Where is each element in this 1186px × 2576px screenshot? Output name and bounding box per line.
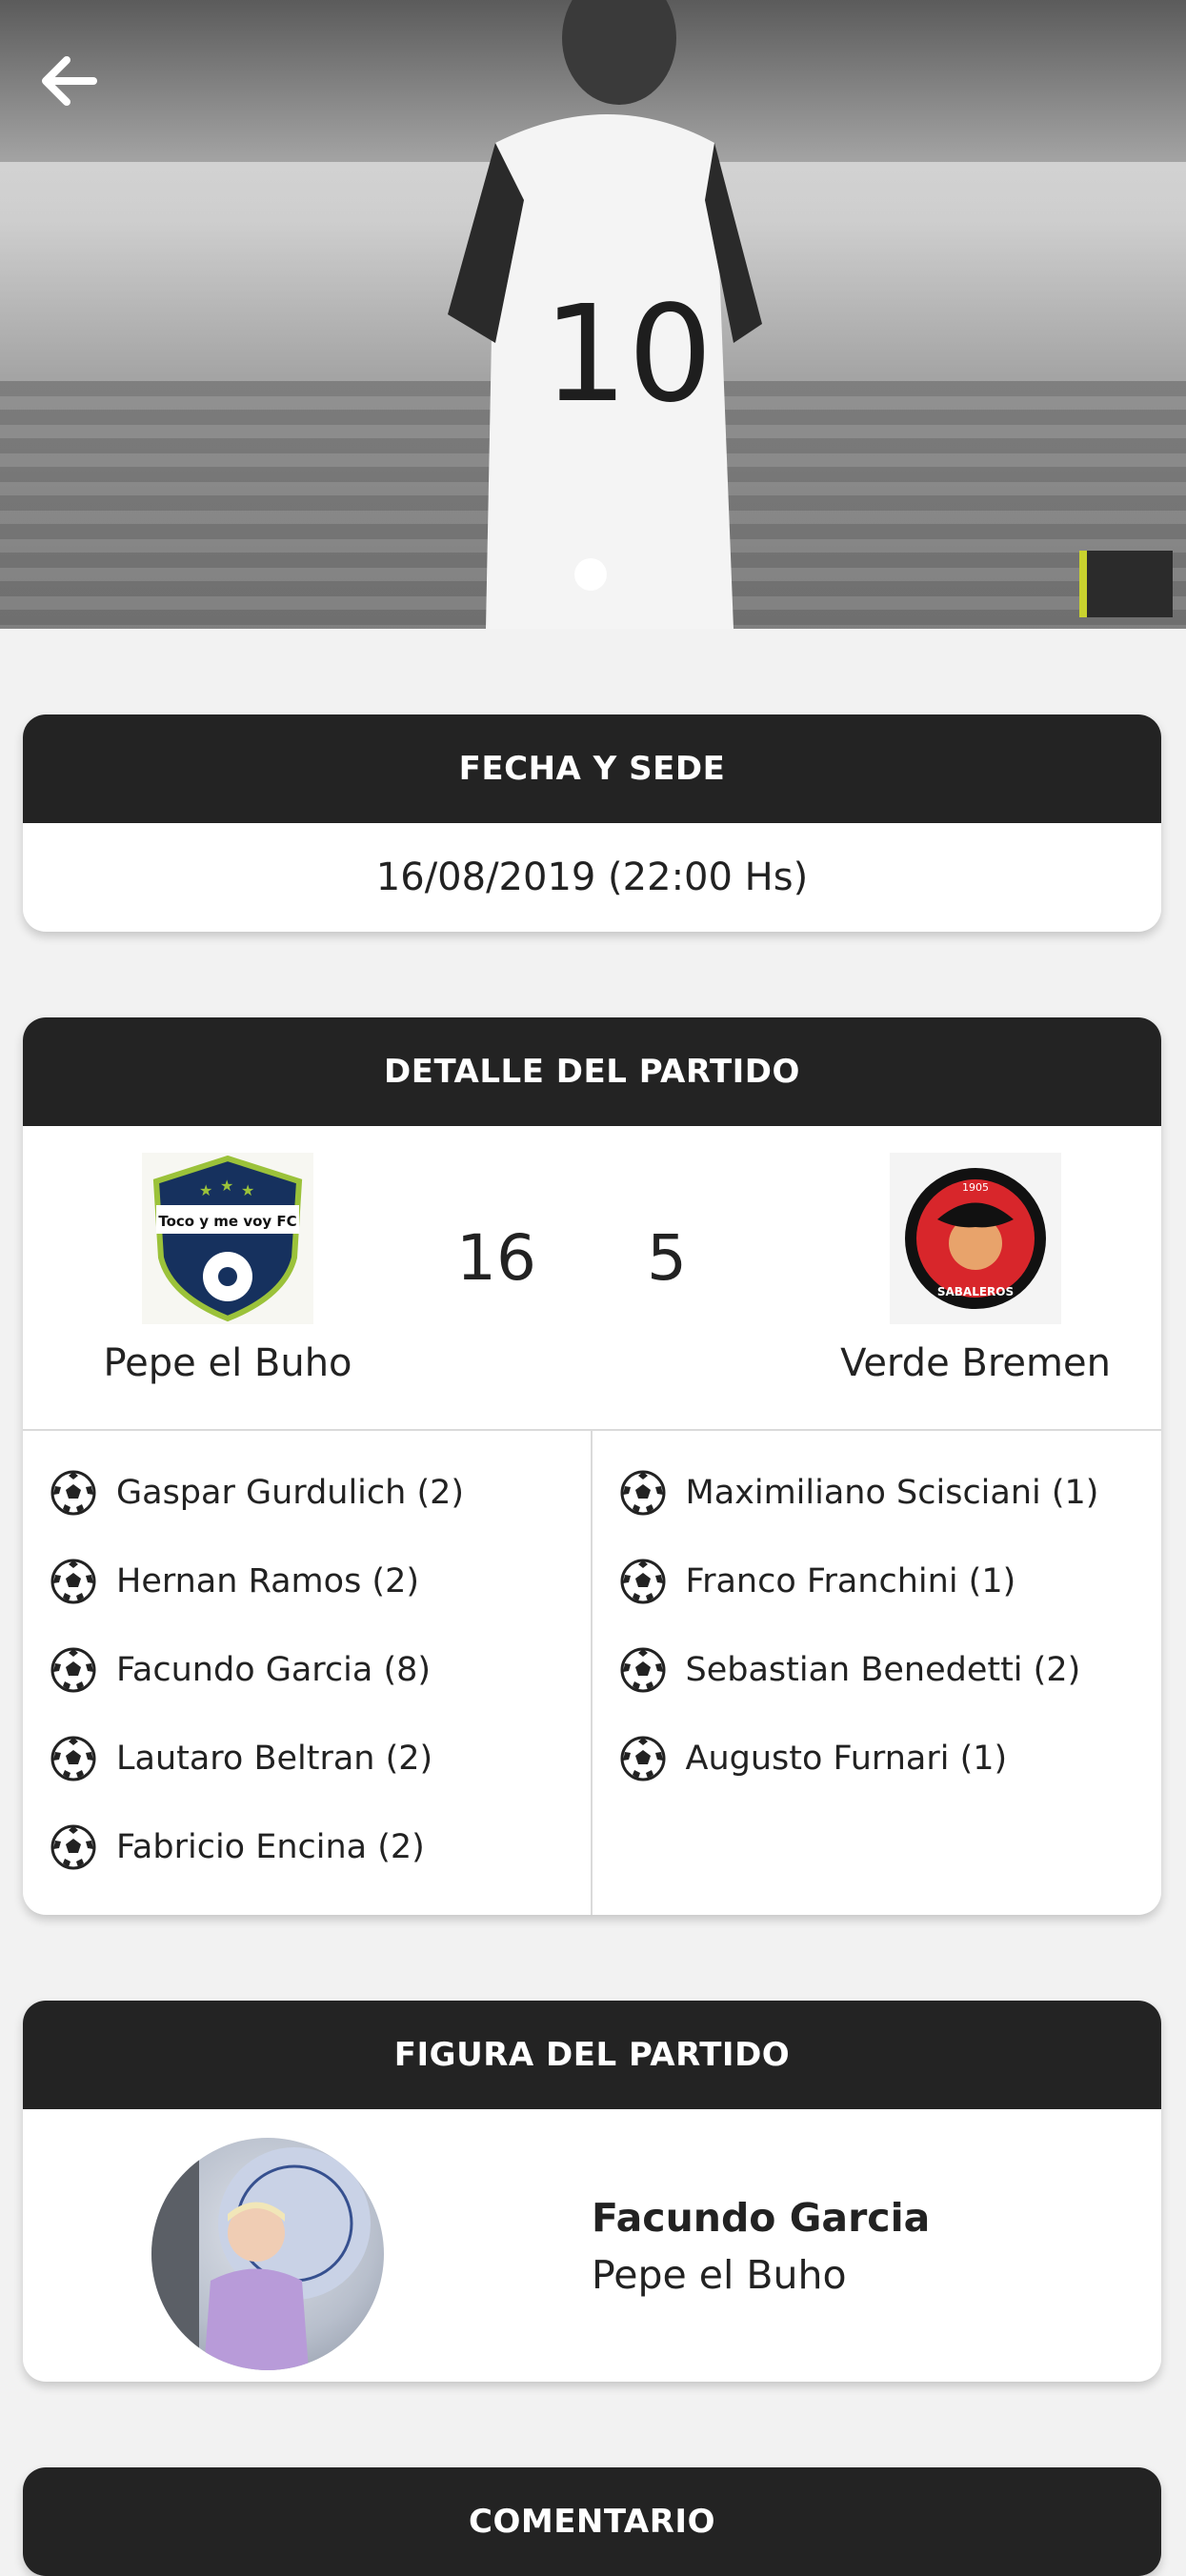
scorer-row: Augusto Furnari (1) [593,1714,1162,1802]
arrow-left-icon [42,56,97,106]
back-button[interactable] [36,48,103,114]
scorer-row: Facundo Garcia (8) [23,1625,591,1714]
away-team[interactable]: 1905 SABALEROS Verde Bremen [814,1126,1137,1385]
scorer-name: Maximiliano Scisciani (1) [685,1473,1099,1512]
soccer-ball-icon [620,1647,665,1692]
scorer-row: Franco Franchini (1) [593,1537,1162,1625]
match-datetime: 16/08/2019 (22:00 Hs) [375,855,809,899]
avatar[interactable] [151,2138,384,2370]
scorer-row: Fabricio Encina (2) [23,1802,591,1891]
scorer-name: Hernan Ramos (2) [116,1561,420,1600]
soccer-ball-icon [50,1824,96,1869]
figure-body: Facundo Garcia Pepe el Buho [23,2109,1161,2382]
home-team-name: Pepe el Buho [103,1341,352,1385]
figure-card: FIGURA DEL PARTIDO Facundo Garcia Pepe e… [23,2001,1161,2382]
home-score: 16 [456,1221,536,1295]
scorer-name: Franco Franchini (1) [685,1561,1016,1600]
home-team-crest-icon: Toco y me voy FC ★ ★ ★ [142,1153,313,1324]
away-crest-year: 1905 [962,1181,989,1194]
soccer-ball-icon [620,1470,665,1515]
away-team-crest-icon: 1905 SABALEROS [890,1153,1061,1324]
match-detail-card: DETALLE DEL PARTIDO Toco y me voy FC ★ ★… [23,1017,1161,1915]
scorer-name: Lautaro Beltran (2) [116,1739,433,1778]
figure-title: FIGURA DEL PARTIDO [23,2001,1161,2109]
away-scorers-list: Maximiliano Scisciani (1) Franco Franchin… [593,1431,1162,1915]
match-detail-title: DETALLE DEL PARTIDO [23,1017,1161,1126]
scorer-name: Sebastian Benedetti (2) [685,1650,1081,1689]
soccer-ball-icon [620,1559,665,1603]
figure-player-name: Facundo Garcia [592,2195,931,2241]
comment-title: COMENTARIO [23,2467,1161,2576]
soccer-ball-icon [620,1736,665,1781]
fecha-sede-title: FECHA Y SEDE [23,714,1161,823]
home-scorers-list: Gaspar Gurdulich (2) Hernan Ramos (2) Facu… [23,1431,593,1915]
player-photo [151,2138,371,2370]
scorers-section: Gaspar Gurdulich (2) Hernan Ramos (2) Facu… [23,1431,1161,1915]
scorer-name: Gaspar Gurdulich (2) [116,1473,465,1512]
home-team[interactable]: Toco y me voy FC ★ ★ ★ Pepe el Buho [66,1126,390,1385]
scorer-row: Lautaro Beltran (2) [23,1714,591,1802]
away-crest-text: SABALEROS [937,1285,1014,1298]
soccer-ball-icon [50,1647,96,1692]
hero-image: 10 [0,0,1186,629]
svg-text:★: ★ [199,1181,212,1199]
scorer-name: Augusto Furnari (1) [685,1739,1008,1778]
carousel-dot[interactable] [574,558,607,591]
figure-player-team: Pepe el Buho [592,2252,847,2298]
hero-player-silhouette: 10 [448,0,762,629]
scorer-row: Gaspar Gurdulich (2) [23,1448,591,1537]
scorer-name: Fabricio Encina (2) [116,1827,425,1866]
fecha-sede-card: FECHA Y SEDE 16/08/2019 (22:00 Hs) [23,714,1161,932]
scorer-row: Maximiliano Scisciani (1) [593,1448,1162,1537]
scorer-name: Facundo Garcia (8) [116,1650,432,1689]
svg-text:10: 10 [543,277,713,433]
scorer-row: Sebastian Benedetti (2) [593,1625,1162,1714]
scorer-row: Hernan Ramos (2) [23,1537,591,1625]
svg-text:★: ★ [241,1181,254,1199]
hero-corner-logo [1079,551,1173,617]
teams-row: Toco y me voy FC ★ ★ ★ Pepe el Buho 16 5… [23,1126,1161,1431]
soccer-ball-icon [50,1470,96,1515]
svg-text:★: ★ [220,1177,233,1195]
comment-card: COMENTARIO [23,2467,1161,2576]
home-crest-text: Toco y me voy FC [158,1213,296,1230]
soccer-ball-icon [50,1559,96,1603]
away-team-name: Verde Bremen [840,1341,1111,1385]
away-score: 5 [647,1221,687,1295]
soccer-ball-icon [50,1736,96,1781]
